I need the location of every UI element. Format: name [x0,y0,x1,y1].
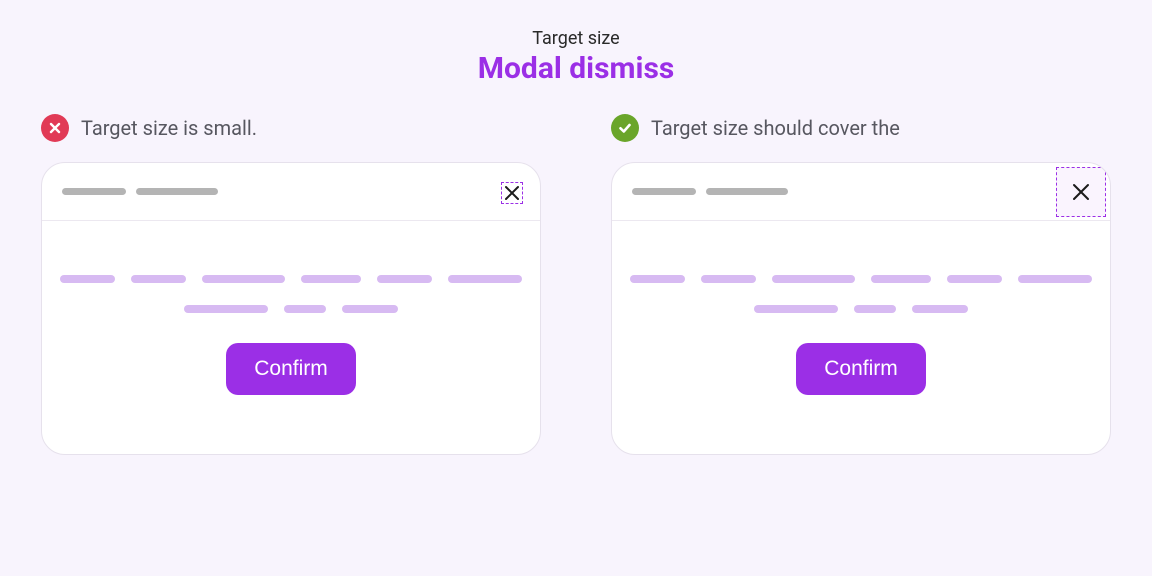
examples-row: Target size is small. [40,114,1112,455]
check-circle-icon [611,114,639,142]
modal-header-bad [42,163,540,221]
placeholder-line [947,275,1002,283]
placeholder-line [854,305,896,313]
modal-body-good: Confirm [612,221,1110,395]
placeholder-line [706,188,788,195]
confirm-button[interactable]: Confirm [226,343,356,395]
caption-bad: Target size is small. [41,114,541,142]
placeholder-text-row [630,305,1092,313]
placeholder-line [301,275,362,283]
example-bad: Target size is small. [41,114,541,455]
caption-good-text: Target size should cover the [651,116,900,140]
placeholder-text-row [630,275,1092,283]
placeholder-text-row [60,305,522,313]
modal-good: Confirm [611,162,1111,455]
caption-good: Target size should cover the [611,114,1111,142]
close-target-outline-large [1056,167,1106,217]
close-target-outline-small [501,182,523,204]
placeholder-line [377,275,432,283]
placeholder-line [131,275,186,283]
placeholder-line [448,275,522,283]
placeholder-line [871,275,932,283]
placeholder-line [630,275,685,283]
placeholder-line [632,188,696,195]
placeholder-line [772,275,855,283]
modal-header-good [612,163,1110,221]
placeholder-line [284,305,326,313]
placeholder-line [912,305,968,313]
x-circle-icon [41,114,69,142]
placeholder-line [62,188,126,195]
close-icon[interactable] [1070,181,1092,203]
page-title: Modal dismiss [40,51,1112,86]
example-good: Target size should cover the [611,114,1111,455]
placeholder-line [1018,275,1092,283]
placeholder-line [136,188,218,195]
placeholder-line [701,275,756,283]
placeholder-line [754,305,838,313]
close-icon[interactable] [503,184,521,202]
confirm-button[interactable]: Confirm [796,343,926,395]
modal-body-bad: Confirm [42,221,540,395]
caption-bad-text: Target size is small. [81,116,257,140]
page-header: Target size Modal dismiss [40,28,1112,86]
placeholder-line [202,275,285,283]
placeholder-line [60,275,115,283]
kicker-text: Target size [40,28,1112,49]
placeholder-line [342,305,398,313]
placeholder-line [184,305,268,313]
placeholder-text-row [60,275,522,283]
modal-bad: Confirm [41,162,541,455]
